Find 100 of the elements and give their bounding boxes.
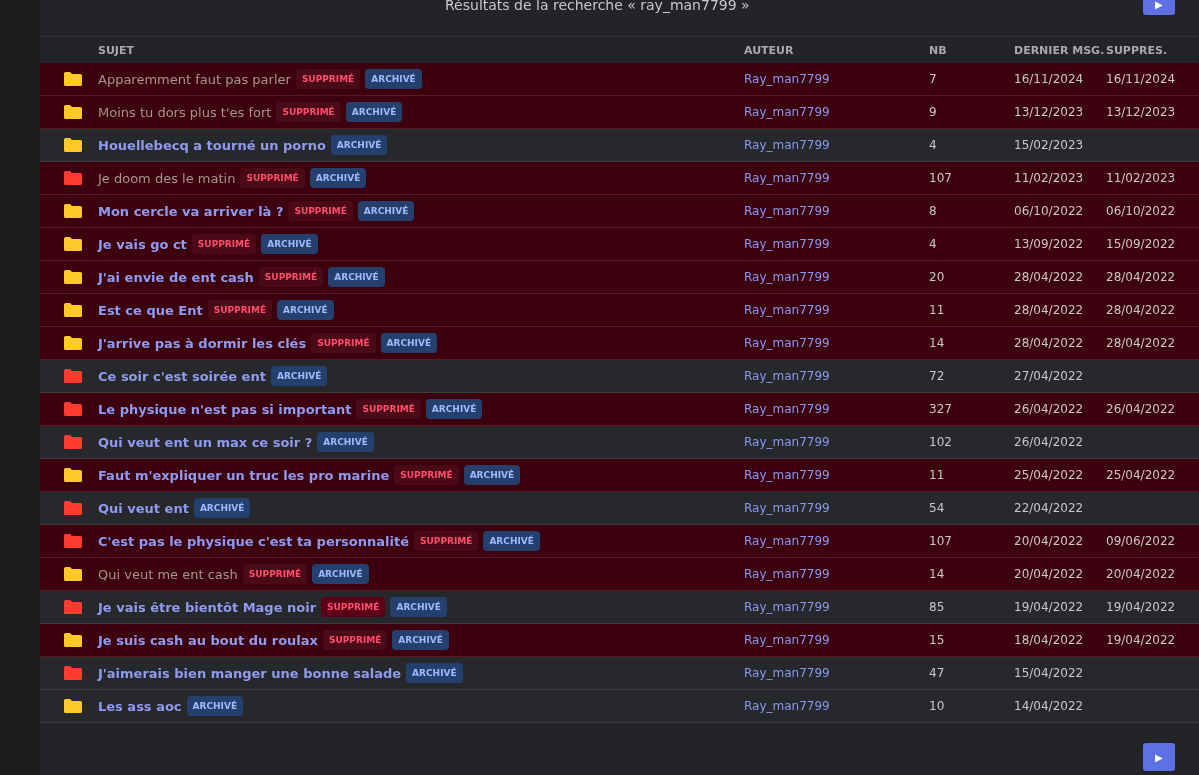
archived-badge: ARCHIVÉ (345, 102, 403, 122)
author-link[interactable]: Ray_man7799 (744, 369, 929, 383)
author-link[interactable]: Ray_man7799 (744, 699, 929, 713)
topic-link[interactable]: Le physique n'est pas si important (98, 401, 352, 417)
author-link[interactable]: Ray_man7799 (744, 138, 929, 152)
topic-link[interactable]: Est ce que Ent (98, 302, 203, 318)
archived-badge: ARCHIVÉ (357, 201, 415, 221)
topic-link[interactable]: J'aimerais bien manger une bonne salade (98, 665, 402, 681)
author-link[interactable]: Ray_man7799 (744, 336, 929, 350)
topic-link[interactable]: Mon cercle va arriver là ? (98, 203, 284, 219)
topic-row[interactable]: Je vais être bientôt Mage noir SUPPRIMÉ ARCHIVÉ Ray_man7799 85 19/04/2022 19/04/2022 (40, 591, 1199, 624)
deleted-badge: SUPPRIMÉ (288, 201, 353, 221)
deleted-badge: SUPPRIMÉ (323, 630, 388, 650)
last-message-date: 13/12/2023 (1014, 105, 1085, 119)
author-link[interactable]: Ray_man7799 (744, 468, 929, 482)
archived-badge: ARCHIVÉ (312, 564, 369, 584)
last-message-date: 14/04/2022 (1014, 699, 1085, 713)
topic-link[interactable]: Qui veut ent (98, 500, 189, 516)
archived-badge: ARCHIVÉ (270, 366, 328, 386)
topic-row[interactable]: Apparemment faut pas parler SUPPRIMÉ ARCHIVÉ Ray_man7799 7 16/11/2024 16/11/2024 (40, 63, 1199, 96)
deleted-badge: SUPPRIMÉ (321, 597, 386, 617)
topic-row[interactable]: Moins tu dors plus t'es fort SUPPRIMÉ ARCHIVÉ Ray_man7799 9 13/12/2023 13/12/2023 (40, 96, 1199, 129)
deleted-badge: SUPPRIMÉ (295, 69, 361, 89)
column-header: AUTEUR (744, 43, 795, 57)
author-link[interactable]: Ray_man7799 (744, 600, 929, 614)
topic-link[interactable]: J'ai envie de ent cash (98, 269, 254, 285)
archived-badge: ARCHIVÉ (406, 663, 463, 683)
author-link[interactable]: Ray_man7799 (744, 171, 929, 185)
topic-row[interactable]: Faut m'expliquer un truc les pro marine SUPPRIMÉ ARCHIVÉ Ray_man7799 11 25/04/2022 25/04/2022 (40, 459, 1199, 492)
author-link[interactable]: Ray_man7799 (744, 303, 929, 317)
message-count: 54 (929, 501, 946, 515)
author-link[interactable]: Ray_man7799 (744, 270, 929, 284)
author-link[interactable]: Ray_man7799 (744, 666, 929, 680)
deleted-badge: SUPPRIMÉ (191, 234, 257, 254)
archived-badge: ARCHIVÉ (365, 69, 422, 89)
topic-link[interactable]: Moins tu dors plus t'es fort (98, 104, 272, 120)
author-link[interactable]: Ray_man7799 (744, 72, 929, 86)
author-link[interactable]: Ray_man7799 (744, 204, 929, 218)
topic-row[interactable]: Qui veut me ent cash SUPPRIMÉ ARCHIVÉ Ray_man7799 14 20/04/2022 20/04/2022 (40, 558, 1199, 591)
topic-link[interactable]: Ce soir c'est soirée ent (98, 368, 266, 384)
author-link[interactable]: Ray_man7799 (744, 501, 929, 515)
topic-row[interactable]: Ce soir c'est soirée ent ARCHIVÉ Ray_man7799 72 27/04/2022 (40, 360, 1199, 393)
topic-link[interactable]: Houellebecq a tourné un porno (98, 137, 326, 153)
topic-row[interactable]: Mon cercle va arriver là ? SUPPRIMÉ ARCHIVÉ Ray_man7799 8 06/10/2022 06/10/2022 (40, 195, 1199, 228)
deleted-badge: SUPPRIMÉ (207, 300, 273, 320)
topic-row[interactable]: Je vais go ct SUPPRIMÉ ARCHIVÉ Ray_man7799 4 13/09/2022 15/09/2022 (40, 228, 1199, 261)
topic-row[interactable]: J'aimerais bien manger une bonne salade ARCHIVÉ Ray_man7799 47 15/04/2022 (40, 657, 1199, 690)
author-link[interactable]: Ray_man7799 (744, 567, 929, 581)
topic-link[interactable]: Faut m'expliquer un truc les pro marine (98, 467, 390, 483)
topic-row[interactable]: Le physique n'est pas si important SUPPRIMÉ ARCHIVÉ Ray_man7799 327 26/04/2022 26/04/2022 (40, 393, 1199, 426)
topic-link[interactable]: Je vais être bientôt Mage noir (98, 599, 317, 615)
author-link[interactable]: Ray_man7799 (744, 633, 929, 647)
message-count: 4 (929, 237, 938, 251)
topic-row[interactable]: J'ai envie de ent cash SUPPRIMÉ ARCHIVÉ Ray_man7799 20 28/04/2022 28/04/2022 (40, 261, 1199, 294)
deleted-badge: SUPPRIMÉ (311, 333, 376, 353)
topic-row[interactable]: Qui veut ent ARCHIVÉ Ray_man7799 54 22/04/2022 (40, 492, 1199, 525)
topic-row[interactable]: Houellebecq a tourné un porno ARCHIVÉ Ray_man7799 4 15/02/2023 (40, 129, 1199, 162)
message-count: 8 (929, 204, 938, 218)
last-message-date: 15/02/2023 (1014, 138, 1085, 152)
last-message-date: 13/09/2022 (1014, 237, 1085, 251)
topic-link[interactable]: J'arrive pas à dormir les clés (98, 335, 307, 351)
topic-link[interactable]: Je vais go ct (98, 236, 187, 252)
message-count: 14 (929, 567, 946, 581)
archived-badge: ARCHIVÉ (317, 432, 374, 452)
topic-row[interactable]: Je doom des le matin SUPPRIMÉ ARCHIVÉ Ray_man7799 107 11/02/2023 11/02/2023 (40, 162, 1199, 195)
author-link[interactable]: Ray_man7799 (744, 105, 929, 119)
archived-badge: ARCHIVÉ (309, 168, 367, 188)
message-count: 15 (929, 633, 946, 647)
last-message-date: 19/04/2022 (1014, 600, 1085, 614)
deleted-badge: SUPPRIMÉ (356, 399, 421, 419)
last-message-date: 27/04/2022 (1014, 369, 1085, 383)
topic-row[interactable]: J'arrive pas à dormir les clés SUPPRIMÉ ARCHIVÉ Ray_man7799 14 28/04/2022 28/04/2022 (40, 327, 1199, 360)
author-link[interactable]: Ray_man7799 (744, 435, 929, 449)
archived-badge: ARCHIVÉ (483, 531, 540, 551)
topic-link[interactable]: Je doom des le matin (98, 170, 236, 186)
topic-link[interactable]: Qui veut me ent cash (98, 566, 238, 582)
archived-badge: ARCHIVÉ (390, 597, 447, 617)
deletion-date: 09/06/2022 (1106, 534, 1177, 548)
topic-row[interactable]: Les ass aoc ARCHIVÉ Ray_man7799 10 14/04/2022 (40, 690, 1199, 723)
column-header: SUJET (98, 43, 135, 57)
message-count: 327 (929, 402, 953, 416)
topic-link[interactable]: Qui veut ent un max ce soir ? (98, 434, 313, 450)
archived-badge: ARCHIVÉ (463, 465, 521, 485)
author-link[interactable]: Ray_man7799 (744, 237, 929, 251)
author-link[interactable]: Ray_man7799 (744, 534, 929, 548)
topic-link[interactable]: Je suis cash au bout du roulax (98, 632, 318, 648)
message-count: 107 (929, 171, 953, 185)
deleted-badge: SUPPRIMÉ (276, 102, 341, 122)
topic-link[interactable]: Les ass aoc (98, 698, 182, 714)
topic-row[interactable]: C'est pas le physique c'est ta personnalité SUPPRIMÉ ARCHIVÉ Ray_man7799 107 20/04/2022 09/06/2022 (40, 525, 1199, 558)
next-page-button[interactable]: ▶ (1143, 743, 1175, 771)
message-count: 11 (929, 468, 946, 482)
topic-link[interactable]: C'est pas le physique c'est ta personnalité (98, 533, 409, 549)
topic-row[interactable]: Je suis cash au bout du roulax SUPPRIMÉ ARCHIVÉ Ray_man7799 15 18/04/2022 19/04/2022 (40, 624, 1199, 657)
author-link[interactable]: Ray_man7799 (744, 402, 929, 416)
next-page-button[interactable]: ▶ (1143, 0, 1175, 15)
topic-link[interactable]: Apparemment faut pas parler (98, 71, 291, 87)
topic-row[interactable]: Est ce que Ent SUPPRIMÉ ARCHIVÉ Ray_man7799 11 28/04/2022 28/04/2022 (40, 294, 1199, 327)
topic-row[interactable]: Qui veut ent un max ce soir ? ARCHIVÉ Ray_man7799 102 26/04/2022 (40, 426, 1199, 459)
deletion-date: 26/04/2022 (1106, 402, 1177, 416)
